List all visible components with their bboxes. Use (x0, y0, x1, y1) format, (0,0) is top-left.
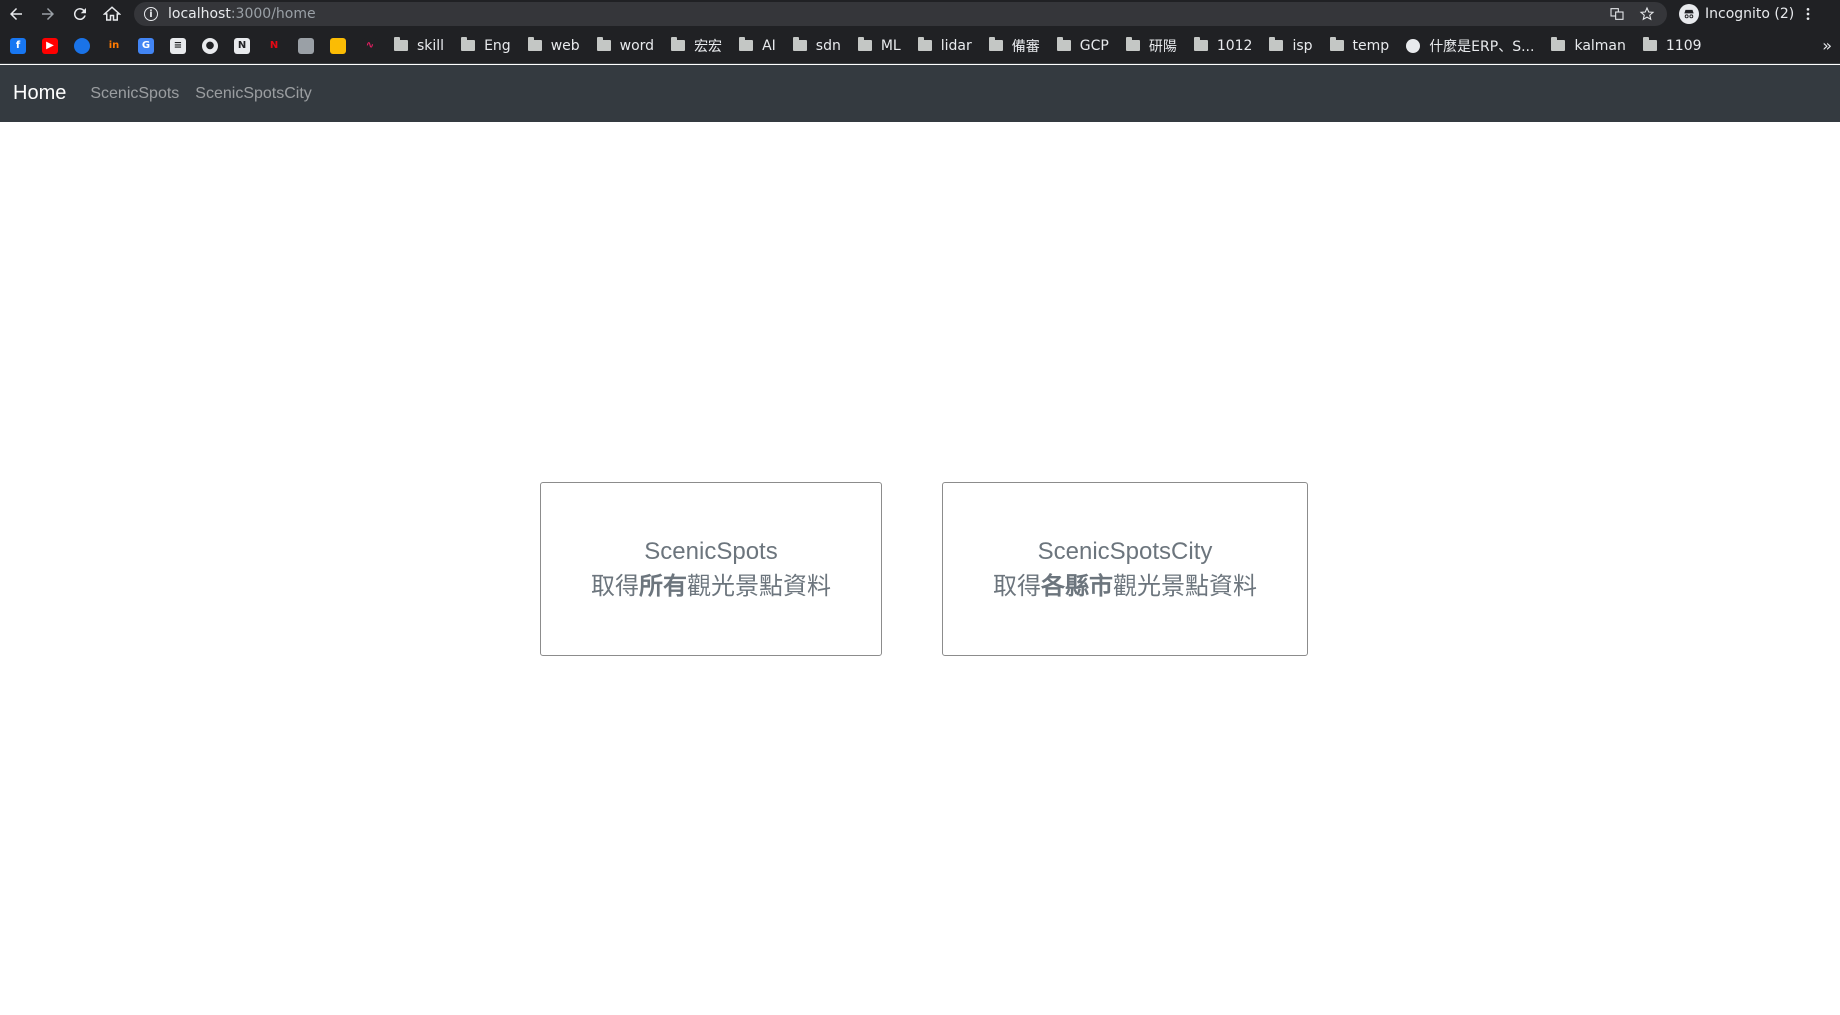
document-icon[interactable]: ≡ (170, 37, 186, 54)
profile-label: Incognito (2) (1705, 6, 1795, 22)
notion-icon[interactable]: N (234, 37, 250, 54)
bookmark-folder[interactable]: AI (739, 37, 776, 54)
nav-link-scenicspots[interactable]: ScenicSpots (90, 85, 179, 103)
bookmark-folder[interactable]: temp (1329, 37, 1389, 54)
folder-icon (1125, 37, 1140, 51)
globe-icon (1406, 38, 1421, 53)
printer-icon[interactable] (298, 37, 314, 54)
bookmark-folder[interactable]: ML (857, 37, 901, 54)
bookmark-folder[interactable]: web (527, 37, 580, 54)
google-translate-icon[interactable]: G (138, 37, 154, 54)
netflix-icon[interactable]: N (266, 37, 282, 54)
bookmark-folder[interactable]: 1012 (1193, 37, 1252, 54)
reload-icon (73, 8, 86, 21)
bookmarks-overflow-button[interactable]: » (1822, 36, 1840, 55)
bookmark-folder[interactable]: sdn (792, 37, 841, 54)
bookmarks-bar: f ▶ in G ≡ ● N N ∿ skill Eng web word 宏宏… (0, 28, 1840, 64)
folder-icon (857, 37, 872, 51)
folder-icon (792, 37, 807, 51)
address-bar[interactable]: i localhost:3000/home (134, 2, 1667, 26)
bookmark-folder[interactable]: word (596, 37, 654, 54)
translate-icon[interactable] (1609, 6, 1625, 22)
navbar-brand-home[interactable]: Home (13, 82, 66, 105)
folder-icon (988, 37, 1003, 51)
folder-icon (1193, 37, 1208, 51)
site-info-icon[interactable]: i (144, 7, 158, 21)
card-description: 取得所有觀光景點資料 (591, 573, 831, 600)
folder-icon (917, 37, 932, 51)
folder-icon (671, 37, 686, 51)
folder-icon (1269, 37, 1284, 51)
arrow-right-icon (42, 8, 54, 20)
youtube-icon[interactable]: ▶ (42, 37, 58, 54)
url-path: :3000/home (230, 6, 316, 22)
stethoscope-icon[interactable]: ∿ (362, 37, 378, 54)
scenicspots-card[interactable]: ScenicSpots 取得所有觀光景點資料 (540, 482, 882, 656)
scenicspotscity-card[interactable]: ScenicSpotsCity 取得各縣市觀光景點資料 (942, 482, 1308, 656)
bookmark-folder[interactable]: GCP (1056, 37, 1109, 54)
browser-menu-button[interactable] (1794, 6, 1822, 22)
edge-icon[interactable] (74, 37, 90, 54)
bookmark-folder[interactable]: Eng (461, 37, 511, 54)
folder-icon (394, 37, 408, 51)
app-navbar: Home ScenicSpots ScenicSpotsCity (0, 65, 1840, 122)
reload-button[interactable] (64, 0, 96, 28)
folder-icon (739, 37, 754, 51)
folder-icon (1056, 37, 1071, 51)
taiwan-rail-icon[interactable] (330, 37, 346, 54)
folder-icon (596, 37, 611, 51)
bookmark-folder[interactable]: 宏宏 (671, 36, 722, 56)
home-icon (103, 6, 121, 21)
invision-icon[interactable]: in (106, 37, 122, 54)
incognito-profile[interactable]: Incognito (2) (1679, 4, 1794, 24)
folder-icon (1551, 37, 1566, 51)
bookmark-folder[interactable]: lidar (917, 37, 972, 54)
folder-icon (461, 37, 476, 51)
card-title: ScenicSpotsCity (1037, 538, 1213, 565)
star-icon[interactable] (1639, 6, 1655, 22)
more-vertical-icon (1806, 8, 1810, 20)
bookmark-link[interactable]: 什麼是ERP、S... (1406, 36, 1534, 56)
bookmark-folder[interactable]: kalman (1551, 37, 1626, 54)
card-title: ScenicSpots (644, 538, 778, 565)
arrow-left-icon (10, 8, 22, 20)
folder-icon (1329, 37, 1344, 51)
card-description: 取得各縣市觀光景點資料 (993, 573, 1257, 600)
folder-icon (527, 37, 542, 51)
bookmark-folder[interactable]: skill (394, 37, 444, 54)
bookmark-folder[interactable]: 研陽 (1125, 36, 1177, 56)
forward-button[interactable] (32, 0, 64, 28)
bookmark-folder[interactable]: 備審 (988, 36, 1040, 56)
url-host: localhost (168, 6, 231, 22)
github-icon[interactable]: ● (202, 37, 218, 54)
folder-icon (1642, 37, 1657, 51)
bookmark-folder[interactable]: isp (1269, 37, 1313, 54)
incognito-icon (1679, 4, 1699, 24)
bookmark-folder[interactable]: 1109 (1642, 37, 1702, 54)
facebook-icon[interactable]: f (10, 37, 26, 54)
browser-toolbar: i localhost:3000/home Incognito (2) (0, 0, 1840, 28)
home-button[interactable] (96, 0, 128, 28)
back-button[interactable] (0, 0, 32, 28)
nav-link-scenicspotscity[interactable]: ScenicSpotsCity (195, 85, 312, 103)
